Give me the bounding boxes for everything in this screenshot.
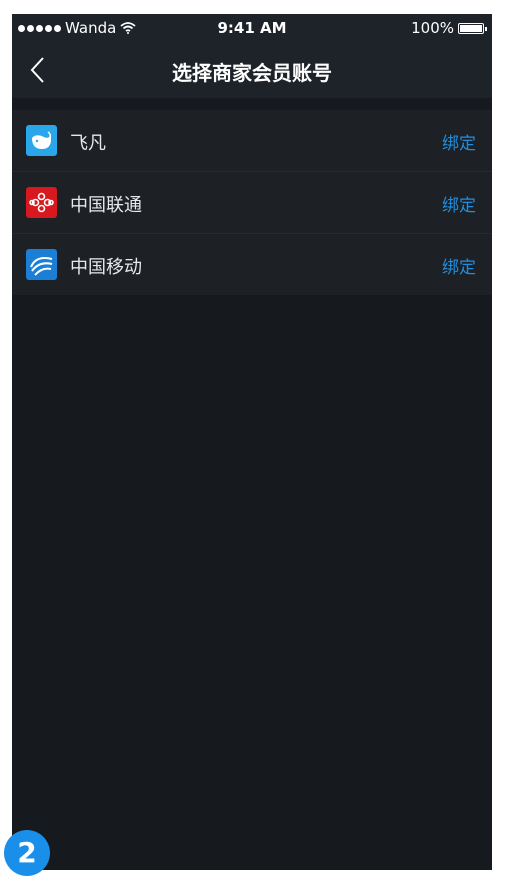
account-name: 飞凡 [70, 133, 106, 154]
account-name: 中国移动 [70, 257, 142, 278]
account-name: 中国联通 [70, 195, 142, 216]
feifan-whale-icon [26, 125, 57, 156]
account-row-china-unicom[interactable]: 中国联通 绑定 [12, 172, 492, 234]
china-unicom-knot-icon [26, 187, 57, 218]
step-number-badge: 2 [4, 830, 50, 876]
battery-percent: 100% [411, 19, 454, 37]
battery-icon [458, 22, 487, 34]
bind-button[interactable]: 绑定 [442, 253, 476, 278]
status-right: 100% [411, 19, 487, 37]
bind-button[interactable]: 绑定 [442, 129, 476, 154]
account-list: 飞凡 绑定 中国联通 绑定 中国移动 绑定 [12, 110, 492, 295]
bind-button[interactable]: 绑定 [442, 191, 476, 216]
page-title: 选择商家会员账号 [172, 61, 332, 85]
status-bar: Wanda 9:41 AM 100% [12, 14, 492, 42]
account-row-feifan[interactable]: 飞凡 绑定 [12, 110, 492, 172]
china-mobile-swirl-icon [26, 249, 57, 280]
account-row-china-mobile[interactable]: 中国移动 绑定 [12, 234, 492, 295]
phone-screen: Wanda 9:41 AM 100% 选择商家会员账号 飞凡 绑定 中国联通 绑… [12, 14, 492, 870]
battery-fill [460, 24, 482, 32]
navigation-bar: 选择商家会员账号 [12, 42, 492, 98]
